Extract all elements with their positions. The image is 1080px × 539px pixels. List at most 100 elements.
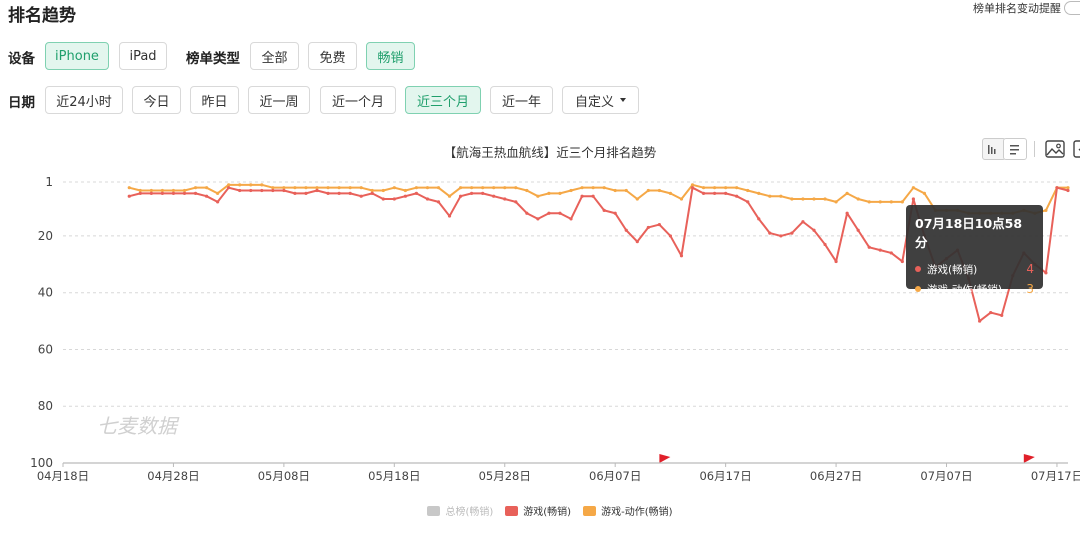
series-point <box>801 220 805 224</box>
series-point <box>547 191 551 195</box>
chart-legend: 总榜(畅销) 游戏(畅销) 游戏-动作(畅销) <box>0 503 1080 518</box>
series-point <box>326 186 330 190</box>
x-tick-label: 04月28日 <box>147 469 199 483</box>
series-point <box>337 191 341 195</box>
series-point <box>304 191 308 195</box>
series-point <box>458 194 463 198</box>
series-point <box>359 194 363 198</box>
series-point <box>238 188 242 193</box>
series-point <box>989 310 993 315</box>
series-point <box>889 251 893 255</box>
series-point <box>569 188 573 193</box>
legend-item-game[interactable]: 游戏(畅销) <box>505 503 571 518</box>
series-point <box>249 183 253 187</box>
series-point <box>536 217 540 221</box>
series-point <box>348 191 352 195</box>
series-point <box>370 191 374 195</box>
series-point <box>1044 208 1048 212</box>
series-point <box>359 186 363 190</box>
series-point <box>370 188 374 193</box>
series-point <box>768 231 772 235</box>
series-point <box>381 197 385 201</box>
x-tick-label: 06月07日 <box>589 469 641 483</box>
series-point <box>845 191 849 195</box>
series-point <box>613 211 617 215</box>
series-point <box>1066 186 1070 190</box>
series-point <box>624 188 628 193</box>
series-point <box>138 191 142 195</box>
series-point <box>624 228 628 232</box>
series-point <box>978 319 982 323</box>
tooltip-series-value: 3 <box>1026 282 1034 296</box>
tooltip-row: 游戏-动作(畅销) 3 <box>915 279 1034 299</box>
legend-label: 总榜(畅销) <box>445 507 494 518</box>
series-point <box>900 259 904 264</box>
series-point <box>724 186 728 190</box>
event-flag-icon <box>659 454 671 463</box>
series-point <box>204 194 209 198</box>
series-point <box>326 191 330 195</box>
series-point <box>492 194 496 198</box>
series-point <box>1044 271 1048 275</box>
series-point <box>845 211 849 215</box>
series-point <box>182 188 187 193</box>
series-point <box>768 194 772 198</box>
series-point <box>138 188 142 193</box>
series-point <box>436 186 441 190</box>
series-point <box>602 186 606 190</box>
legend-item-game-action[interactable]: 游戏-动作(畅销) <box>583 503 673 518</box>
legend-item-overall[interactable]: 总榜(畅销) <box>427 503 493 518</box>
series-point <box>403 188 407 193</box>
y-tick-label: 100 <box>30 456 53 470</box>
series-point <box>834 200 838 204</box>
tooltip-row: 游戏(畅销) 4 <box>915 259 1034 279</box>
chart-tooltip: 07月18日10点58分 游戏(畅销) 4 游戏-动作(畅销) 3 <box>906 205 1043 296</box>
series-point <box>668 234 673 238</box>
series-point <box>160 188 164 193</box>
series-point <box>536 194 540 198</box>
series-point <box>216 200 220 204</box>
tooltip-series-name: 游戏-动作(畅销) <box>927 283 1002 296</box>
series-point <box>447 194 452 198</box>
tooltip-dot-orange <box>915 286 921 292</box>
x-tick-label: 05月18日 <box>368 469 420 483</box>
series-point <box>779 194 783 198</box>
y-tick-label: 60 <box>38 342 53 356</box>
series-point <box>304 186 308 190</box>
series-point <box>701 191 706 195</box>
series-point <box>679 254 684 258</box>
series-point <box>348 186 352 190</box>
series-point <box>271 188 275 193</box>
series-point <box>282 186 286 190</box>
series-point <box>657 188 661 193</box>
series-point <box>403 194 407 198</box>
series-point <box>735 194 739 198</box>
series-point <box>856 228 860 232</box>
series-point <box>690 183 695 187</box>
series-point <box>613 188 617 193</box>
series-point <box>812 228 816 232</box>
series-point <box>160 191 164 195</box>
series-point <box>757 191 761 195</box>
series-point <box>812 197 816 201</box>
series-point <box>492 186 496 190</box>
series-point <box>392 186 396 190</box>
legend-swatch <box>583 505 597 516</box>
series-point <box>315 188 319 193</box>
series-point <box>227 186 231 190</box>
series-point <box>514 200 518 204</box>
series-point <box>646 225 650 230</box>
event-flag-icon <box>1023 454 1035 463</box>
tooltip-title: 07月18日10点58分 <box>915 216 1023 250</box>
series-point <box>801 197 805 201</box>
series-point <box>238 183 242 187</box>
series-point <box>712 191 717 195</box>
series-point <box>900 200 904 204</box>
series-point <box>525 188 529 193</box>
series-point <box>1066 188 1070 193</box>
series-point <box>425 197 430 201</box>
series-point <box>867 200 871 204</box>
series-point <box>834 259 838 264</box>
series-point <box>525 211 529 215</box>
series-point <box>149 191 153 195</box>
